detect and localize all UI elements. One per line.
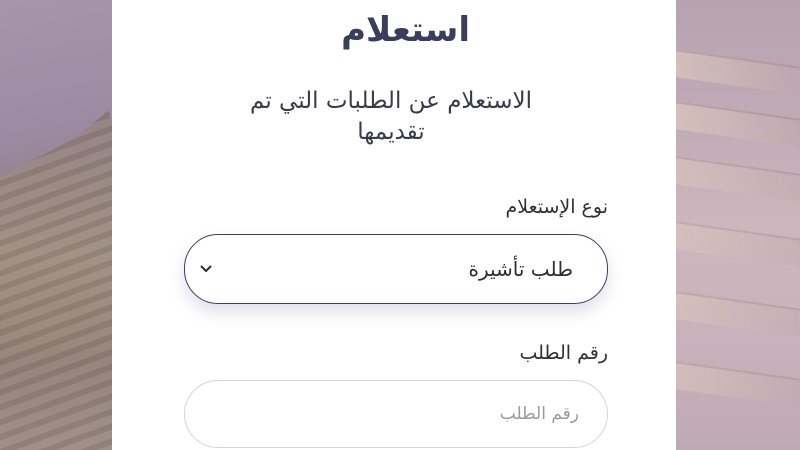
inquiry-type-selected-value: طلب تأشيرة: [468, 257, 573, 281]
inquiry-type-select[interactable]: طلب تأشيرة: [184, 234, 608, 304]
request-number-input[interactable]: [184, 380, 608, 448]
background-right-columns: [676, 0, 800, 450]
page-subtitle: الاستعلام عن الطلبات التي تم تقديمها: [250, 88, 532, 145]
stone-band: [676, 101, 800, 147]
inquiry-type-label: نوع الإستعلام: [505, 196, 608, 218]
rock-texture: [0, 110, 130, 450]
stone-band: [676, 291, 800, 337]
stone-band: [676, 49, 800, 95]
page-title: استعلام: [341, 10, 470, 50]
request-number-label: رقم الطلب: [519, 342, 608, 364]
background-left-rock: [0, 0, 130, 450]
chevron-down-icon: [199, 262, 213, 276]
inquiry-card: استعلام الاستعلام عن الطلبات التي تم تقد…: [112, 0, 676, 450]
stone-band: [676, 361, 800, 407]
stone-band: [676, 221, 800, 267]
stone-band: [676, 156, 800, 202]
